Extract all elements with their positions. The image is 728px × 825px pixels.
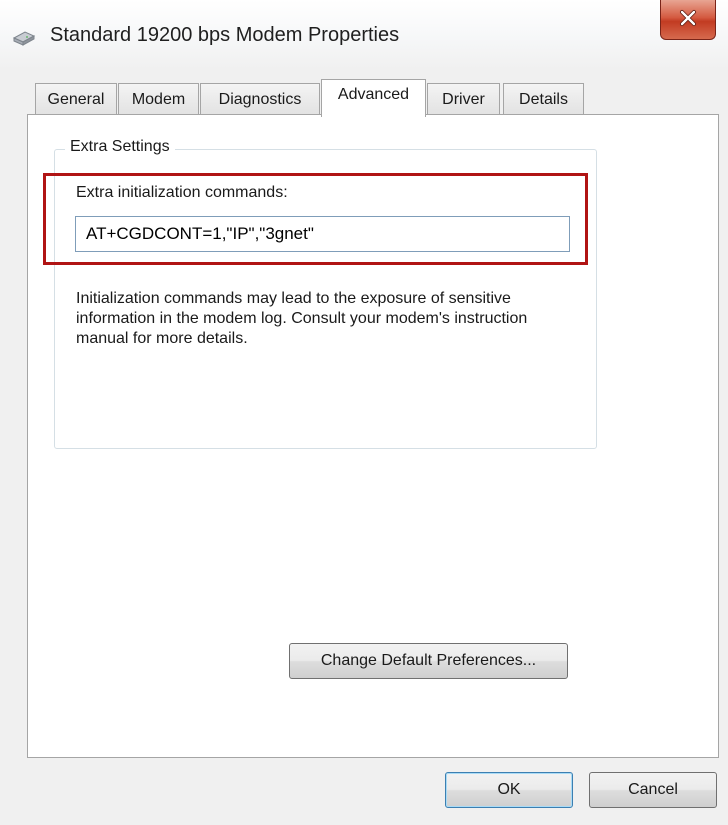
highlight-box (43, 173, 588, 265)
tab-modem[interactable]: Modem (118, 83, 199, 115)
modem-properties-dialog: Standard 19200 bps Modem Properties Gene… (0, 0, 728, 825)
tab-general[interactable]: General (35, 83, 117, 115)
tab-advanced[interactable]: Advanced (321, 79, 426, 117)
window-title: Standard 19200 bps Modem Properties (50, 24, 400, 46)
change-default-preferences-button[interactable]: Change Default Preferences... (289, 643, 568, 679)
modem-icon (12, 27, 36, 47)
title-bar[interactable]: Standard 19200 bps Modem Properties (0, 0, 728, 70)
close-icon (680, 10, 696, 26)
close-button[interactable] (660, 0, 716, 40)
ok-button[interactable]: OK (445, 772, 573, 808)
tab-driver[interactable]: Driver (427, 83, 500, 115)
init-commands-warning: Initialization commands may lead to the … (76, 290, 528, 347)
extra-settings-label: Extra Settings (65, 138, 175, 156)
advanced-tab-page: Extra Settings Extra initialization comm… (27, 114, 719, 758)
tab-details[interactable]: Details (503, 83, 584, 115)
cancel-button[interactable]: Cancel (589, 772, 717, 808)
tab-diagnostics[interactable]: Diagnostics (200, 83, 320, 115)
